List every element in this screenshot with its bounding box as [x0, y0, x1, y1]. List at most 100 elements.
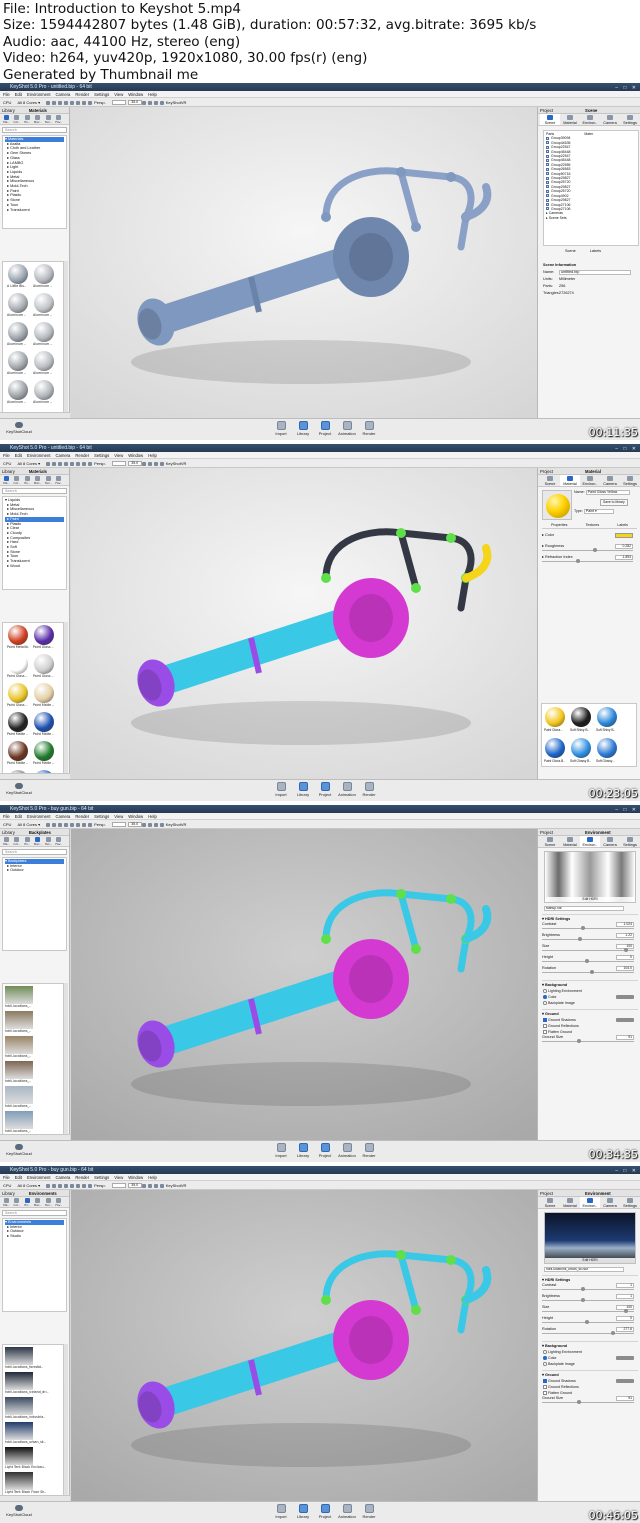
material-subtab[interactable]: Properties — [551, 523, 567, 528]
checkbox[interactable] — [543, 1018, 547, 1022]
environment-thumbnail[interactable]: hdrli-locations_forestbi.. — [5, 1346, 63, 1373]
menu-settings[interactable]: Settings — [94, 92, 109, 97]
material-thumbnail[interactable]: Aluminum .. — [33, 379, 55, 406]
project-tab-settings[interactable]: Settings — [620, 475, 640, 486]
material-swatch[interactable] — [571, 707, 591, 727]
material-swatch[interactable] — [545, 707, 565, 727]
slider-knob[interactable] — [576, 559, 581, 563]
setting-value-field[interactable]: 1 — [616, 1294, 634, 1299]
project-tab-scene[interactable]: Scene — [540, 1197, 560, 1208]
library-tab-5[interactable]: Tex.. — [43, 1197, 54, 1208]
perspective-slider-track[interactable] — [111, 822, 126, 828]
toolbar-icon[interactable] — [88, 461, 93, 466]
library-scrollbar[interactable] — [64, 622, 68, 774]
toolbar-icon[interactable] — [153, 1183, 158, 1188]
environment-thumbnail[interactable]: hdrli-locations_.. — [5, 1035, 63, 1062]
radio-button[interactable] — [543, 995, 547, 999]
menu-view[interactable]: View — [114, 92, 123, 97]
menu-settings[interactable]: Settings — [94, 453, 109, 458]
part-visibility-checkbox[interactable] — [546, 136, 549, 140]
library-button[interactable]: Library — [292, 1504, 314, 1519]
menu-render[interactable]: Render — [75, 453, 89, 458]
menu-file[interactable]: File — [3, 453, 10, 458]
perspective-value-field[interactable]: 35.0 — [127, 1183, 142, 1189]
environment-thumbnail[interactable]: hdrli-locations_urban_sk.. — [5, 1421, 63, 1448]
slider-knob[interactable] — [589, 970, 594, 974]
library-tab-1[interactable]: Ma.. — [1, 114, 12, 125]
cores-select[interactable]: All 8 Cores ▾ — [17, 1181, 40, 1190]
menu-help[interactable]: Help — [148, 92, 157, 97]
part-visibility-checkbox[interactable] — [546, 176, 549, 180]
toolbar-icon[interactable] — [46, 822, 51, 827]
project-tab-settings[interactable]: Settings — [620, 836, 640, 847]
animation-button[interactable]: Animation — [336, 782, 358, 797]
menu-camera[interactable]: Camera — [55, 1175, 70, 1180]
library-tab-5[interactable]: Tex.. — [43, 475, 54, 486]
slider-knob[interactable] — [578, 937, 583, 941]
setting-value-field[interactable]: 91 — [616, 1396, 634, 1401]
material-thumbnail[interactable]: Paint Gloss .. — [33, 624, 55, 651]
render-button[interactable]: Render — [358, 782, 380, 797]
toolbar-icon[interactable] — [70, 461, 75, 466]
scene-name-input[interactable]: untitled.bip — [559, 269, 631, 275]
material-swatch[interactable] — [597, 707, 617, 727]
hdri-file-field[interactable]: hdrli-locations_urban_sk.hdz — [544, 1267, 624, 1272]
menu-window[interactable]: Window — [128, 814, 143, 819]
tree-item[interactable]: ▸ Translucent — [5, 208, 64, 213]
menu-render[interactable]: Render — [75, 1175, 89, 1180]
material-thumbnail[interactable]: Aluminum .. — [33, 263, 55, 290]
project-tab-scene[interactable]: Scene — [540, 114, 560, 125]
environment-thumbnail[interactable]: Light Tent Black Floor Sh.. — [5, 1471, 63, 1495]
menu-file[interactable]: File — [3, 814, 10, 819]
setting-value-field[interactable]: 91 — [616, 1035, 634, 1040]
scene-subtab[interactable]: Labels — [590, 249, 601, 253]
slider-knob[interactable] — [576, 1400, 581, 1404]
slider-knob[interactable] — [585, 959, 590, 963]
library-button[interactable]: Library — [292, 421, 314, 436]
material-thumbnail[interactable]: Paint Gloss .. — [7, 653, 29, 680]
library-tab-3[interactable]: En.. — [22, 475, 33, 486]
toolbar-icon[interactable] — [70, 100, 75, 105]
material-subtab[interactable]: Textures — [586, 523, 600, 528]
setting-value-field[interactable]: 1.22 — [616, 933, 634, 938]
slider-knob[interactable] — [593, 548, 598, 552]
project-tab-scene[interactable]: Scene — [540, 475, 560, 486]
animation-button[interactable]: Animation — [336, 1143, 358, 1158]
setting-value-field[interactable]: 277.6 — [616, 1327, 634, 1332]
setting-slider[interactable] — [542, 928, 634, 929]
slider-knob[interactable] — [580, 926, 585, 930]
slider-knob[interactable] — [585, 1320, 590, 1324]
render-button[interactable]: Render — [358, 421, 380, 436]
environment-thumbnail[interactable]: hdrli-locations_.. — [5, 1110, 63, 1134]
import-button[interactable]: Import — [270, 1143, 292, 1158]
checkbox[interactable] — [543, 1391, 547, 1395]
library-scrollbar[interactable] — [64, 1344, 68, 1496]
shadow-color-swatch[interactable] — [616, 1018, 634, 1022]
library-button[interactable]: Library — [292, 1143, 314, 1158]
toolbar-icon[interactable] — [147, 822, 152, 827]
import-button[interactable]: Import — [270, 1504, 292, 1519]
setting-slider[interactable] — [542, 1289, 634, 1290]
hdri-preview[interactable]: Edit HDRI — [544, 1212, 636, 1264]
menu-environment[interactable]: Environment — [27, 1175, 51, 1180]
toolbar-icon[interactable] — [147, 461, 152, 466]
material-thumbnail[interactable]: Paint Gloss .. — [33, 653, 55, 680]
environment-thumbnail[interactable]: hdrli-locations_.. — [5, 1010, 63, 1037]
project-tab-environ[interactable]: Environ.. — [580, 114, 600, 125]
setting-value-field[interactable]: 1 — [616, 1283, 634, 1288]
setting-slider[interactable] — [542, 1041, 634, 1042]
part-visibility-checkbox[interactable] — [546, 203, 549, 207]
cores-select[interactable]: All 8 Cores ▾ — [17, 820, 40, 829]
scene-subtab[interactable]: Scene — [565, 249, 576, 253]
material-swatch[interactable] — [597, 738, 617, 758]
menu-edit[interactable]: Edit — [15, 453, 22, 458]
hdri-file-field[interactable]: startup.hdr — [544, 906, 624, 911]
toolbar-icon[interactable] — [141, 822, 146, 827]
setting-slider[interactable] — [542, 950, 634, 951]
toolbar-icon[interactable] — [58, 822, 63, 827]
menu-settings[interactable]: Settings — [94, 1175, 109, 1180]
library-tab-4[interactable]: Bac.. — [33, 836, 44, 847]
library-tab-2[interactable]: Col.. — [12, 836, 23, 847]
slider-knob[interactable] — [580, 1298, 585, 1302]
menu-view[interactable]: View — [114, 453, 123, 458]
